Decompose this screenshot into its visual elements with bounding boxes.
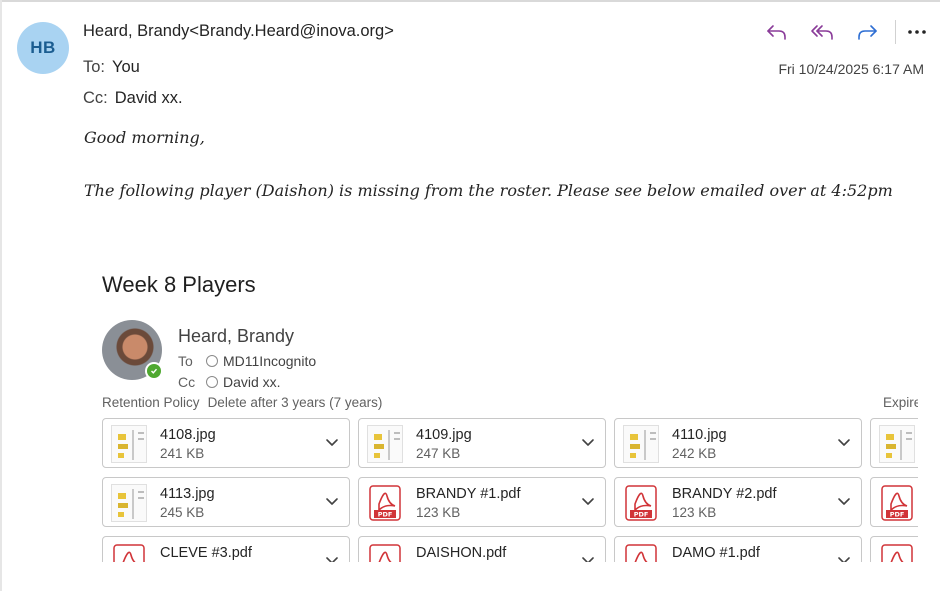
attachment-card[interactable]: 4113.jpg 245 KB [102, 477, 350, 527]
embedded-sender-name: Heard, Brandy [178, 326, 295, 346]
cc-label: Cc: [83, 89, 108, 107]
presence-unknown-icon [206, 376, 218, 388]
top-border [0, 0, 940, 2]
svg-text:PDF: PDF [890, 511, 905, 519]
attachment-name: 4109.jpg [416, 427, 472, 443]
sender-avatar[interactable]: HB [17, 22, 69, 74]
svg-text:PDF: PDF [378, 511, 393, 519]
retention-policy: Retention Policy Delete after 3 years (7 … [102, 395, 382, 410]
sender-name[interactable]: Heard, Brandy<Brandy.Heard@inova.org> [83, 22, 394, 41]
attachment-card[interactable]: 4108.jpg 241 KB [102, 418, 350, 468]
image-thumbnail-icon [111, 425, 147, 463]
forward-icon [858, 25, 877, 40]
attachment-card[interactable]: PDF BRANDY #2.pdf 123 KB [614, 477, 862, 527]
attachment-card[interactable]: 4109.jpg 247 KB [358, 418, 606, 468]
embedded-screenshot: Week 8 Players Heard, Brandy To MD11Inco… [84, 252, 918, 562]
more-actions-button[interactable] [900, 18, 934, 46]
image-thumbnail-icon [623, 425, 659, 463]
presence-available-icon [145, 362, 163, 380]
cc-line: Cc: David xx. [83, 89, 183, 108]
to-value[interactable]: You [112, 58, 140, 76]
reply-all-button[interactable] [805, 18, 839, 46]
chevron-down-icon[interactable] [323, 433, 341, 451]
reply-all-icon [811, 25, 833, 40]
body-greeting: Good morning, [84, 128, 205, 147]
embedded-cc-value: David xx. [223, 374, 281, 390]
attachment-name: 4113.jpg [160, 486, 215, 502]
embedded-cc-row: Cc David xx. [178, 374, 281, 390]
attachment-size: 241 KB [160, 446, 205, 461]
embedded-title: Week 8 Players [102, 272, 256, 297]
attachment-card[interactable]: PDF CLEVE #3.pdf [102, 536, 350, 562]
pdf-file-icon: PDF [623, 484, 659, 522]
chevron-down-icon[interactable] [835, 433, 853, 451]
pdf-file-icon: PDF [879, 543, 915, 562]
attachment-card[interactable]: PDF [870, 536, 918, 562]
attachment-card[interactable]: PDF DAMO #1.pdf [614, 536, 862, 562]
chevron-down-icon[interactable] [835, 551, 853, 562]
attachment-name: CLEVE #3.pdf [160, 545, 252, 561]
attachment-name: DAMO #1.pdf [672, 545, 760, 561]
actions-separator [895, 20, 896, 44]
attachment-card[interactable]: PDF [870, 477, 918, 527]
left-border [0, 0, 2, 591]
attachment-name: DAISHON.pdf [416, 545, 507, 561]
chevron-down-icon[interactable] [835, 492, 853, 510]
attachment-size: 247 KB [416, 446, 461, 461]
attachment-name: 4110.jpg [672, 427, 727, 443]
chevron-down-icon[interactable] [579, 492, 597, 510]
expires-label: Expire [883, 395, 918, 410]
chevron-down-icon[interactable] [579, 433, 597, 451]
attachment-name: BRANDY #2.pdf [672, 486, 777, 502]
embedded-to-row: To MD11Incognito [178, 353, 316, 369]
pdf-file-icon: PDF [879, 484, 915, 522]
embedded-to-value: MD11Incognito [223, 353, 317, 369]
reply-button[interactable] [760, 18, 794, 46]
presence-unknown-icon [206, 355, 218, 367]
image-thumbnail-icon [111, 484, 147, 522]
attachment-card[interactable]: 4110.jpg 242 KB [614, 418, 862, 468]
message-actions [760, 18, 934, 46]
to-line: To: You [83, 58, 140, 77]
chevron-down-icon[interactable] [323, 551, 341, 562]
image-thumbnail-icon [367, 425, 403, 463]
attachment-card[interactable]: PDF DAISHON.pdf [358, 536, 606, 562]
to-label: To: [83, 58, 106, 76]
attachment-name: BRANDY #1.pdf [416, 486, 521, 502]
svg-text:PDF: PDF [634, 511, 649, 519]
forward-button[interactable] [850, 18, 884, 46]
attachment-size: 245 KB [160, 505, 205, 520]
cc-value[interactable]: David xx. [115, 89, 183, 107]
embedded-cc-label: Cc [178, 374, 196, 390]
attachment-size: 123 KB [416, 505, 461, 520]
embedded-to-label: To [178, 353, 193, 369]
chevron-down-icon[interactable] [323, 492, 341, 510]
reply-icon [767, 25, 786, 40]
attachment-card[interactable]: PDF BRANDY #1.pdf 123 KB [358, 477, 606, 527]
attachment-name: 4108.jpg [160, 427, 216, 443]
pdf-file-icon: PDF [367, 543, 403, 562]
chevron-down-icon[interactable] [579, 551, 597, 562]
attachment-card[interactable] [870, 418, 918, 468]
attachment-size: 123 KB [672, 505, 717, 520]
body-paragraph: The following player (Daishon) is missin… [84, 181, 893, 200]
sent-date: Fri 10/24/2025 6:17 AM [778, 61, 924, 77]
pdf-file-icon: PDF [623, 543, 659, 562]
pdf-file-icon: PDF [111, 543, 147, 562]
image-thumbnail-icon [879, 425, 915, 463]
more-icon [908, 30, 926, 34]
retention-label: Retention Policy [102, 395, 200, 410]
attachment-size: 242 KB [672, 446, 717, 461]
pdf-file-icon: PDF [367, 484, 403, 522]
retention-value: Delete after 3 years (7 years) [207, 395, 383, 410]
